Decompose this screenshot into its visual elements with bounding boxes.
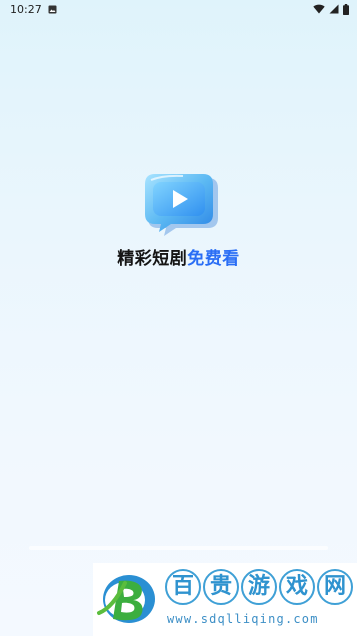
battery-icon <box>343 3 349 15</box>
watermark-char: 戏 <box>279 569 315 605</box>
watermark-url: www.sdqlliqing.com <box>167 612 319 626</box>
watermark-char: 网 <box>317 569 353 605</box>
watermark-banner: 百 贵 游 戏 网 www.sdqlliqing.com <box>93 563 357 636</box>
app-slogan: 精彩短剧免费看 <box>117 244 240 269</box>
watermark-char: 游 <box>241 569 277 605</box>
status-left: 10:27 <box>10 3 57 16</box>
splash-content: 精彩短剧免费看 <box>0 170 357 269</box>
letter-b-logo-icon <box>97 575 155 623</box>
bottom-divider <box>29 546 328 550</box>
watermark-char: 百 <box>165 569 201 605</box>
wifi-icon <box>313 4 325 14</box>
watermark-title: 百 贵 游 戏 网 <box>165 569 353 605</box>
status-bar: 10:27 <box>0 0 357 18</box>
status-right <box>313 3 349 15</box>
status-time: 10:27 <box>10 2 42 16</box>
photo-notification-icon <box>48 5 57 14</box>
slogan-part2: 免费看 <box>187 249 240 269</box>
slogan-part1: 精彩短剧 <box>117 249 188 269</box>
video-play-chat-bubble-icon <box>144 174 218 236</box>
watermark-char: 贵 <box>203 569 239 605</box>
signal-icon <box>329 4 339 14</box>
